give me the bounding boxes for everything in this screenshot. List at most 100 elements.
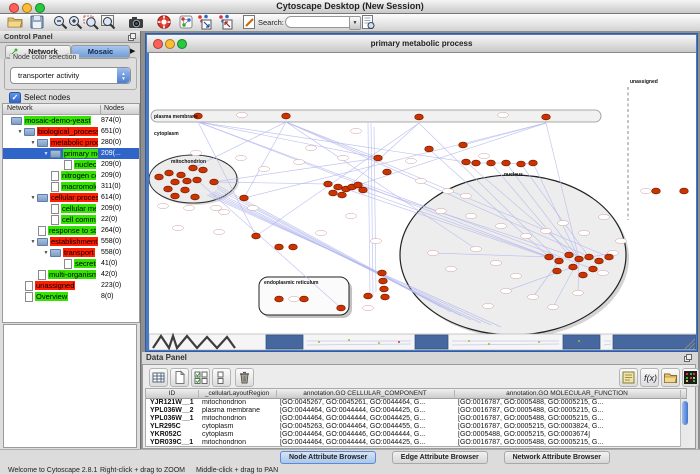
float-data-panel-icon[interactable] [684,354,692,362]
network-node[interactable] [415,114,424,120]
window-titlebar-fragment[interactable] [266,335,303,349]
network-import-icon[interactable] [196,14,212,30]
expand-triangle-icon[interactable]: ▼ [29,140,37,146]
birds-eye-view[interactable] [3,324,137,448]
network-node[interactable] [240,195,249,201]
network-node[interactable] [334,184,343,190]
expand-triangle-icon[interactable]: ▼ [29,195,37,201]
network-node[interactable] [329,190,338,196]
network-node[interactable] [605,254,614,260]
network-node[interactable] [364,293,373,299]
network-node[interactable] [289,244,298,250]
network-node[interactable] [210,179,219,185]
network-node[interactable] [487,160,496,166]
table-row[interactable]: YLR295Ccytoplasm[GO:0045263, GO:0044464,… [146,423,686,431]
table-row[interactable]: YPL036W__1mitochondrion[GO:0044464, GO:0… [146,415,686,423]
annotation-icon[interactable] [241,14,257,30]
network-node[interactable] [502,160,511,166]
table-scrollbar[interactable] [680,399,689,447]
network-node[interactable] [462,159,471,165]
search-input[interactable] [285,16,355,28]
network-node[interactable] [459,142,468,148]
network-node[interactable] [381,294,390,300]
network-export-icon[interactable] [217,14,233,30]
network-node[interactable] [171,179,180,185]
network-node[interactable] [181,187,190,193]
tree-row[interactable]: ▼cellular process614(0) [3,192,139,203]
network-node[interactable] [383,169,392,175]
network-node[interactable] [324,181,333,187]
tree-row[interactable]: secretion41(0) [3,258,139,269]
zoom-in-icon[interactable] [67,14,83,30]
network-node[interactable] [374,155,383,161]
network-node[interactable] [191,194,200,200]
network-node[interactable] [379,278,388,284]
tab-network-attribute-browser[interactable]: Network Attribute Browser [504,451,610,464]
expand-triangle-icon[interactable]: ▼ [29,239,37,245]
attribute-matrix-icon[interactable] [682,368,699,387]
network-node[interactable] [189,165,198,171]
network-node[interactable] [425,146,434,152]
label-list-icon[interactable] [619,368,638,387]
formula-fx-icon[interactable]: f(x) [640,368,659,387]
tree-row[interactable]: response to stimulu264(0) [3,225,139,236]
zoom-out-icon[interactable] [52,14,68,30]
tab-edge-attribute-browser[interactable]: Edge Attribute Browser [392,451,488,464]
tab-node-attribute-browser[interactable]: Node Attribute Browser [280,451,376,464]
network-node[interactable] [282,113,291,119]
network-node[interactable] [585,254,594,260]
column-header-cellular-component[interactable]: annotation.GO CELLULAR_COMPONENT [276,390,455,399]
unselect-attributes-icon[interactable] [212,368,231,387]
network-node[interactable] [177,172,186,178]
table-row[interactable]: YDR039C__1mitochondrion[GO:0044464, GO:0… [146,439,686,447]
tree-row[interactable]: unassigned223(0) [3,280,139,291]
table-row[interactable]: YKR052Ccytoplasm[GO:0044464, GO:0044446,… [146,431,686,439]
tree-row[interactable]: ▼transport558(0) [3,247,139,258]
network-node[interactable] [252,233,261,239]
tree-row[interactable]: ▼biological_process651(0) [3,126,139,137]
expand-triangle-icon[interactable]: ▼ [42,250,50,256]
window-titlebar-fragment[interactable] [415,335,448,349]
tree-row[interactable]: nucleobase-209(0) [3,159,139,170]
zoom-fit-icon[interactable] [100,14,116,30]
network-node[interactable] [165,170,174,176]
tree-row[interactable]: ▼metabolic process280(0) [3,137,139,148]
network-node[interactable] [183,178,192,184]
snapshot-camera-icon[interactable] [128,14,144,30]
network-node[interactable] [359,187,368,193]
expand-triangle-icon[interactable]: ▼ [42,151,50,157]
tree-row[interactable]: Overview8(0) [3,291,139,302]
float-panel-icon[interactable] [128,33,136,41]
network-node[interactable] [199,167,208,173]
search-options-icon[interactable] [360,14,376,30]
save-session-icon[interactable] [29,14,45,30]
delete-attribute-icon[interactable] [235,368,254,387]
zoom-selected-region-icon[interactable] [83,14,99,30]
network-node[interactable] [275,296,284,302]
attribute-table-icon[interactable] [149,368,168,387]
network-node[interactable] [338,192,347,198]
network-node[interactable] [517,161,526,167]
network-node[interactable] [565,252,574,258]
network-node[interactable] [171,193,180,199]
network-node[interactable] [337,305,346,311]
network-node[interactable] [545,254,554,260]
network-node[interactable] [155,174,164,180]
network-node[interactable] [542,114,551,120]
tree-row[interactable]: nitrogen compo209(0) [3,170,139,181]
tree-row[interactable]: cell communicat22(0) [3,214,139,225]
tree-row[interactable]: cellular metabol209(0) [3,203,139,214]
vizmapper-icon[interactable] [178,14,194,30]
new-attribute-icon[interactable] [170,368,189,387]
network-node[interactable] [378,270,387,276]
expand-triangle-icon[interactable]: ▼ [16,129,24,135]
network-node[interactable] [569,264,578,270]
table-row[interactable]: YPL036W__2plasma membrane[GO:0044464, GO… [146,407,686,415]
network-node[interactable] [553,268,562,274]
network-node[interactable] [595,258,604,264]
column-header-molecular-function[interactable]: annotation.GO MOLECULAR_FUNCTION [454,390,681,399]
select-attributes-icon[interactable] [191,368,210,387]
table-scrollbar-thumb[interactable] [682,401,688,425]
network-node[interactable] [300,296,309,302]
tree-row[interactable]: ▼establishment of lo558(0) [3,236,139,247]
